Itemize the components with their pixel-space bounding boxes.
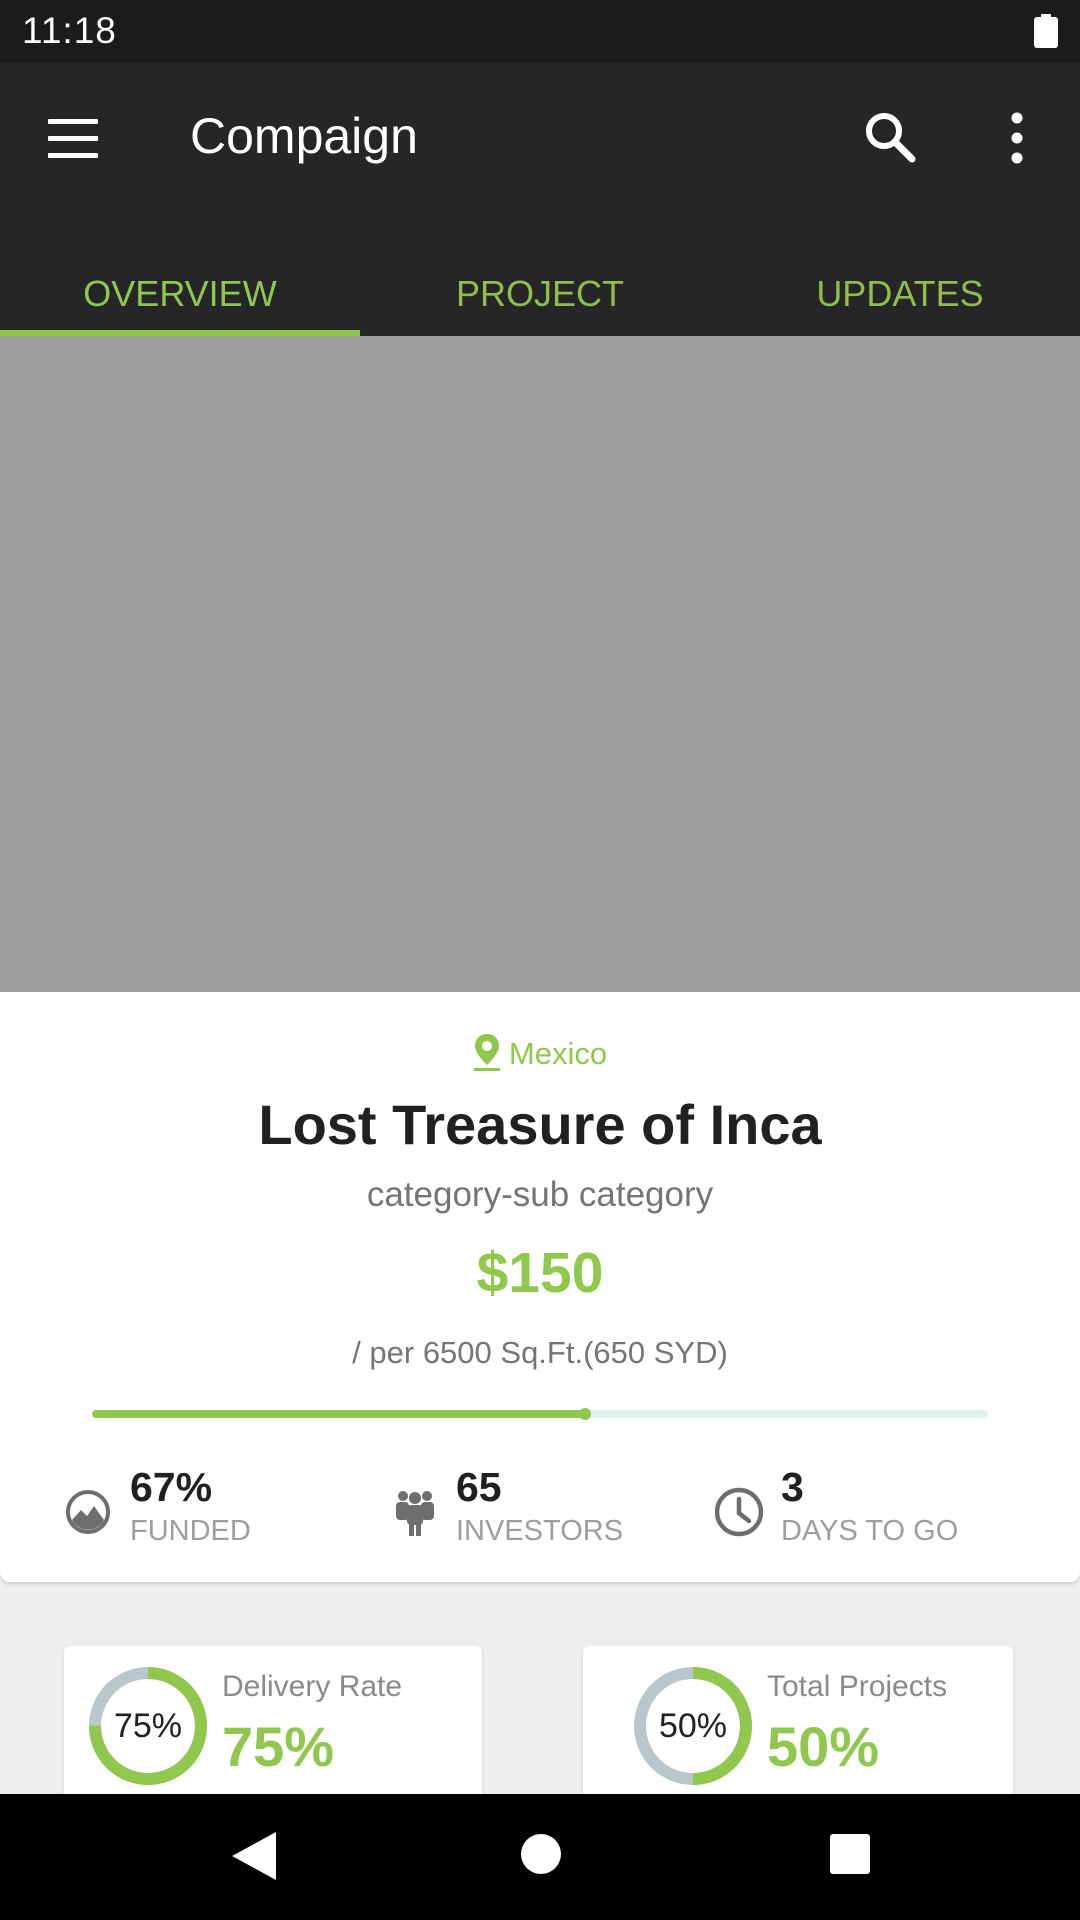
home-circle-icon[interactable] <box>521 1834 561 1874</box>
delivery-rate-value: 75% <box>222 1715 335 1778</box>
location: Mexico <box>0 1032 1080 1072</box>
hamburger-menu-icon[interactable] <box>48 119 98 159</box>
stat-days-value: 3 <box>781 1464 804 1510</box>
system-nav-bar <box>0 1794 1080 1920</box>
tab-bar: OVERVIEW PROJECT UPDATES <box>0 263 1080 336</box>
more-vert-icon[interactable] <box>1000 107 1034 171</box>
status-time: 11:18 <box>22 10 117 51</box>
battery-full-icon <box>1034 14 1058 48</box>
stat-investors-value: 65 <box>456 1464 502 1510</box>
clock-icon <box>715 1487 764 1537</box>
investors-group-icon <box>396 1491 434 1536</box>
hero-image <box>0 336 1080 992</box>
funding-progress-fill <box>92 1410 585 1418</box>
stat-funded-value: 67% <box>130 1464 213 1510</box>
total-projects-label: Total Projects <box>767 1670 948 1703</box>
app-title: Compaign <box>190 108 418 164</box>
status-bar: 11:18 <box>0 0 1080 63</box>
price-unit: / per 6500 Sq.Ft.(650 SYD) <box>352 1335 728 1370</box>
project-title: Lost Treasure of Inca <box>258 1093 822 1156</box>
total-projects-ring-text: 50% <box>658 1707 728 1745</box>
funding-progress-bar <box>92 1408 988 1420</box>
tab-updates[interactable]: UPDATES <box>720 263 1080 336</box>
search-icon[interactable] <box>860 107 924 171</box>
stat-days-label: DAYS TO GO <box>781 1515 959 1547</box>
funding-progress-knob <box>578 1408 591 1420</box>
project-card: Mexico Lost Treasure of Inca category-su… <box>0 992 1080 1582</box>
stat-investors-label: INVESTORS <box>456 1515 624 1547</box>
back-triangle-icon[interactable] <box>232 1832 276 1880</box>
total-projects-value: 50% <box>767 1715 880 1778</box>
tab-updates-label: UPDATES <box>816 273 984 314</box>
tab-overview[interactable]: OVERVIEW <box>0 263 360 336</box>
app-bar: Compaign OVERVIEW PROJECT UPDATES <box>0 63 1080 336</box>
recents-square-icon[interactable] <box>830 1834 870 1874</box>
funded-pie-icon <box>66 1490 110 1534</box>
tab-project-label: PROJECT <box>455 273 624 314</box>
project-category: category-sub category <box>366 1175 714 1214</box>
location-text: Mexico <box>508 1036 608 1071</box>
delivery-rate-ring-text: 75% <box>113 1707 183 1745</box>
project-price: $150 <box>476 1241 604 1305</box>
location-pin-icon <box>473 1034 500 1071</box>
stat-funded-label: FUNDED <box>130 1515 251 1547</box>
tab-overview-label: OVERVIEW <box>83 273 277 314</box>
delivery-rate-label: Delivery Rate <box>222 1670 403 1703</box>
tab-project[interactable]: PROJECT <box>360 263 720 336</box>
